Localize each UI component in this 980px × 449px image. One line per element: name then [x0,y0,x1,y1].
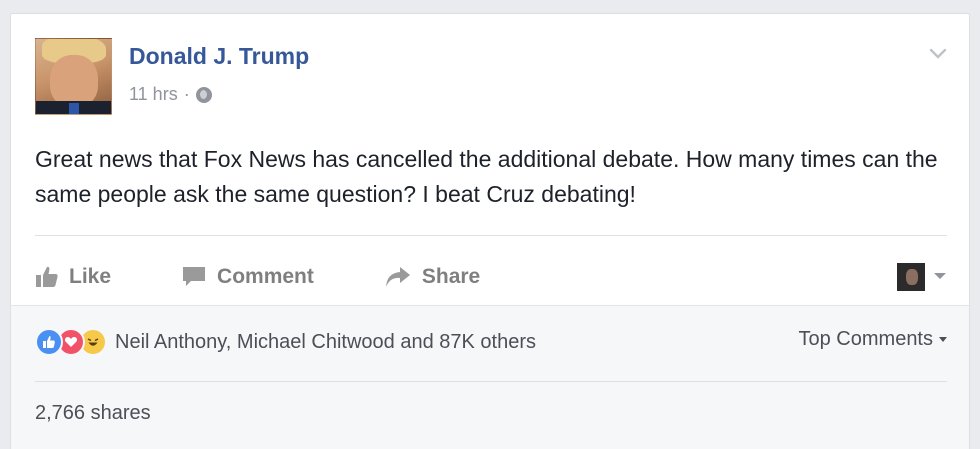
footer-divider [35,381,947,382]
shares-count[interactable]: 2,766 shares [35,402,151,425]
caret-down-small-icon [939,337,947,342]
share-arrow-icon [384,266,412,288]
comment-icon [181,266,207,288]
author-name[interactable]: Donald J. Trump [129,43,309,70]
thumbs-up-icon [35,266,59,288]
post-meta: 11 hrs · [129,84,212,105]
post-card: Donald J. Trump 11 hrs · Great news that… [10,13,970,449]
like-button[interactable]: Like [35,265,111,289]
post-as-selector[interactable] [897,263,947,291]
chevron-down-icon[interactable] [929,44,947,62]
like-label: Like [69,265,112,288]
share-label: Share [421,265,481,288]
share-button[interactable]: Share [384,265,480,289]
globe-icon[interactable] [195,86,212,103]
reactors-text[interactable]: Neil Anthony, Michael Chitwood and 87K o… [115,331,536,354]
post-text: Great news that Fox News has cancelled t… [35,146,938,207]
top-comments-dropdown[interactable]: Top Comments [798,328,947,351]
reactions-summary: Neil Anthony, Michael Chitwood and 87K o… [35,324,947,360]
post-footer: Neil Anthony, Michael Chitwood and 87K o… [11,305,969,449]
comment-label: Comment [217,265,314,288]
avatar-face [50,55,98,107]
like-reaction-icon [35,328,63,356]
reaction-icons[interactable] [35,328,107,356]
action-bar: Like Comment Share [35,249,947,305]
comment-button[interactable]: Comment [181,265,314,289]
avatar-tie [69,103,79,114]
viewer-avatar [897,263,925,291]
meta-separator: · [183,84,190,104]
author-avatar[interactable] [35,38,112,115]
top-comments-label: Top Comments [798,328,934,350]
caret-down-icon [933,268,947,286]
post-time[interactable]: 11 hrs [129,84,178,105]
action-divider [35,235,947,236]
